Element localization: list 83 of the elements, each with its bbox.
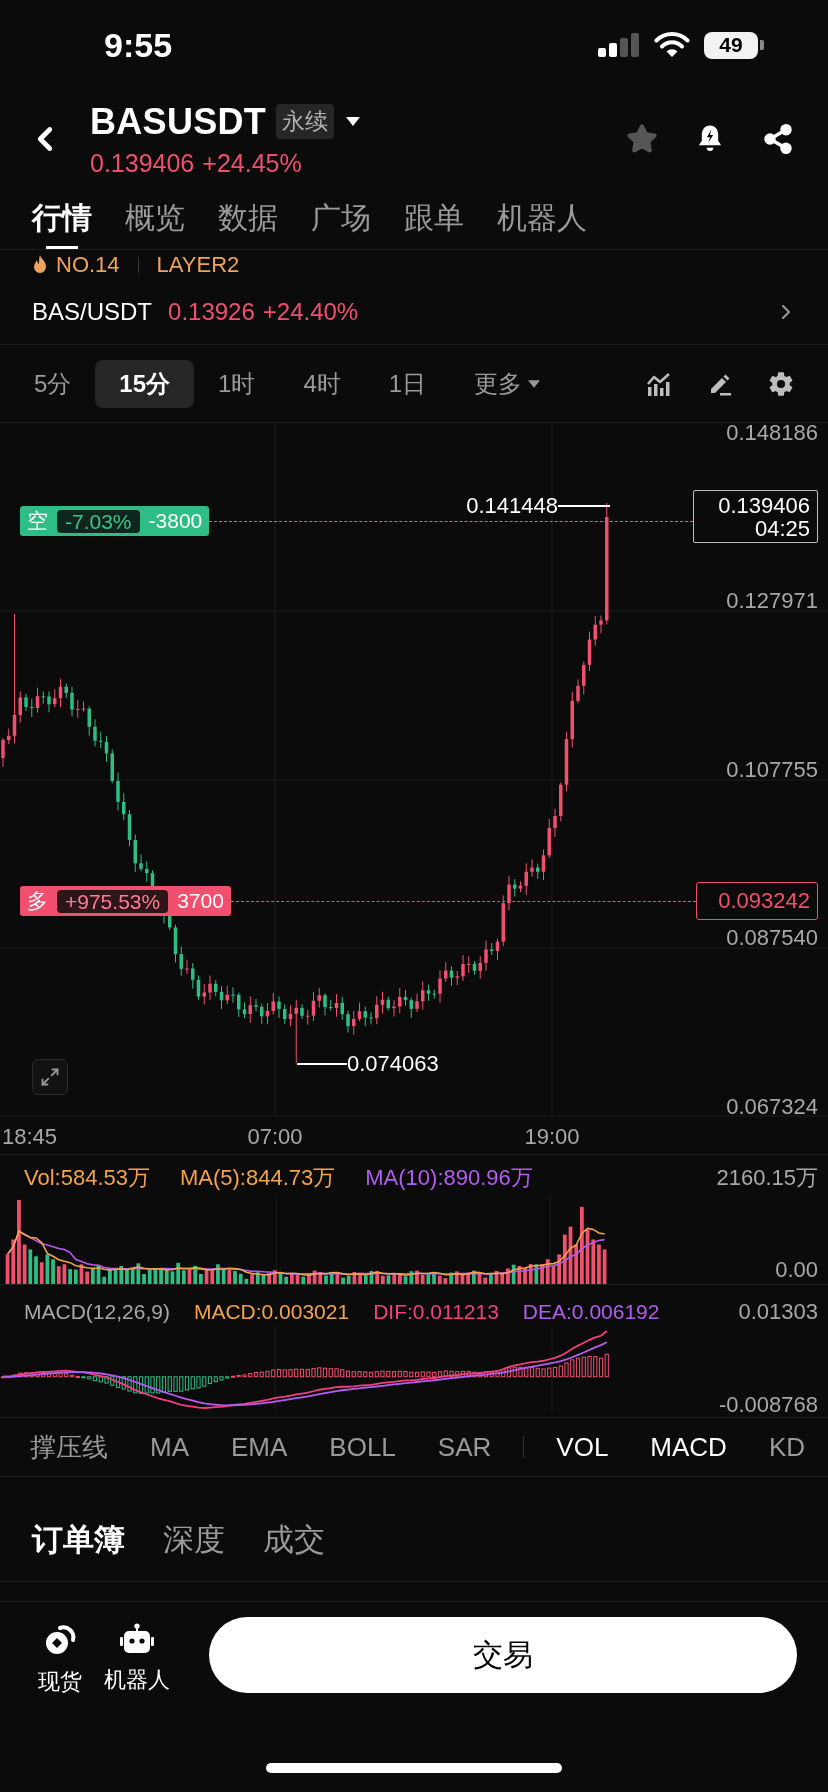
header-price: 0.139406 (90, 148, 195, 178)
page-tab[interactable]: 数据 (218, 188, 278, 249)
page-tab[interactable]: 概览 (125, 188, 185, 249)
settings-icon[interactable] (768, 370, 794, 397)
macd-axis-label: -0.008768 (718, 1393, 818, 1417)
position-price-tag: 0.093242 (696, 882, 818, 920)
high-price-label: 0.141448 (466, 493, 558, 519)
contract-symbol[interactable]: BASUSDT (90, 100, 267, 143)
order-book-tab[interactable]: 订单簿 (32, 1519, 125, 1561)
position-size: -3800 (148, 509, 203, 533)
bottom-nav-button[interactable]: 现货 (38, 1623, 82, 1697)
time-axis-label: 19:00 (524, 1124, 580, 1150)
share-icon[interactable] (762, 123, 794, 155)
interval-tab[interactable]: 15分 (95, 359, 195, 408)
page-tab[interactable]: 广场 (311, 188, 371, 249)
macd-legend: MACD:0.003021 (193, 1300, 350, 1324)
battery-indicator: 49 (704, 31, 764, 59)
price-axis-label: 0.107755 (726, 757, 818, 783)
indicator-tab[interactable]: MA (150, 1431, 189, 1463)
spot-pair-price: 0.13926 (168, 298, 255, 326)
indicator-tab[interactable]: SAR (437, 1431, 492, 1463)
price-axis-label: 0.067324 (726, 1094, 818, 1120)
high-price-leader (558, 505, 610, 507)
trade-button[interactable]: 交易 (209, 1617, 797, 1693)
expand-icon (40, 1067, 60, 1087)
coins-icon (43, 1623, 77, 1657)
caret-icon[interactable] (346, 117, 361, 126)
volume-axis-label: 2160.15万 (716, 1164, 818, 1192)
spot-pair-name[interactable]: BAS/USDT (32, 298, 153, 326)
flame-icon (32, 255, 48, 275)
indicator-tab[interactable]: KD (768, 1431, 806, 1463)
low-price-label: 0.074063 (347, 1051, 439, 1077)
price-axis-label: 0.148186 (726, 420, 818, 446)
candle-countdown: 04:25 (754, 516, 810, 540)
interval-tab[interactable]: 更多 (450, 359, 565, 408)
interval-tab[interactable]: 1日 (364, 359, 451, 408)
page-tab[interactable]: 机器人 (497, 188, 587, 249)
price-axis-label: 0.087540 (726, 925, 818, 951)
position-side: 空 (27, 508, 48, 534)
bottom-nav-button[interactable]: 机器人 (104, 1623, 170, 1695)
status-time: 9:55 (104, 25, 173, 65)
time-axis-label: 07:00 (247, 1124, 303, 1150)
time-axis-label: 18:45 (2, 1124, 58, 1150)
rank-tag: NO.14 (56, 252, 120, 278)
indicator-tab[interactable]: EMA (231, 1431, 288, 1463)
interval-tab[interactable]: 1时 (194, 359, 280, 408)
contract-type-badge: 永续 (276, 104, 335, 139)
macd-axis-label: 0.01303 (738, 1299, 818, 1325)
position-pnl: +975.53% (57, 889, 169, 913)
volume-legend: Vol:584.53万 (24, 1163, 150, 1193)
price-axis-label: 0.127971 (726, 588, 818, 614)
interval-tab[interactable]: 4时 (279, 359, 365, 408)
star-icon[interactable] (626, 123, 658, 155)
sector-tag[interactable]: LAYER2 (156, 252, 240, 278)
last-price-value: 0.139406 (718, 493, 810, 517)
header-change: +24.45% (202, 148, 302, 178)
position-side: 多 (27, 888, 48, 914)
low-price-leader (297, 1063, 347, 1065)
position-tag[interactable]: 空 -7.03% -3800 (20, 506, 210, 536)
signal-icon (598, 33, 640, 57)
page-tab[interactable]: 跟单 (404, 188, 464, 249)
macd-legend: DIF:0.011213 (373, 1300, 499, 1324)
position-pnl: -7.03% (57, 509, 140, 533)
position-size: 3700 (177, 889, 224, 913)
caret-icon[interactable] (528, 379, 541, 388)
position-tag[interactable]: 多 +975.53% 3700 (20, 886, 231, 916)
indicator-tab[interactable]: 撑压线 (30, 1429, 108, 1465)
spot-pair-change: +24.40% (262, 298, 359, 326)
indicator-tab[interactable]: MACD (650, 1431, 727, 1463)
chart-indicator-icon[interactable] (646, 371, 672, 396)
interval-tab[interactable]: 5分 (10, 359, 96, 408)
macd-legend: DEA:0.006192 (522, 1300, 660, 1324)
robot-icon (120, 1623, 154, 1655)
volume-axis-label: 0.00 (775, 1258, 818, 1282)
order-book-tab[interactable]: 成交 (263, 1519, 325, 1561)
volume-legend: MA(10):890.96万 (365, 1163, 533, 1193)
order-book-tab[interactable]: 深度 (163, 1519, 225, 1561)
macd-title: MACD(12,26,9) (24, 1300, 170, 1324)
indicator-tab[interactable]: BOLL (329, 1431, 396, 1463)
expand-button[interactable] (32, 1059, 68, 1095)
volume-legend: MA(5):844.73万 (180, 1163, 336, 1193)
wifi-icon (654, 32, 690, 58)
indicator-tab[interactable]: VOL (556, 1431, 609, 1463)
